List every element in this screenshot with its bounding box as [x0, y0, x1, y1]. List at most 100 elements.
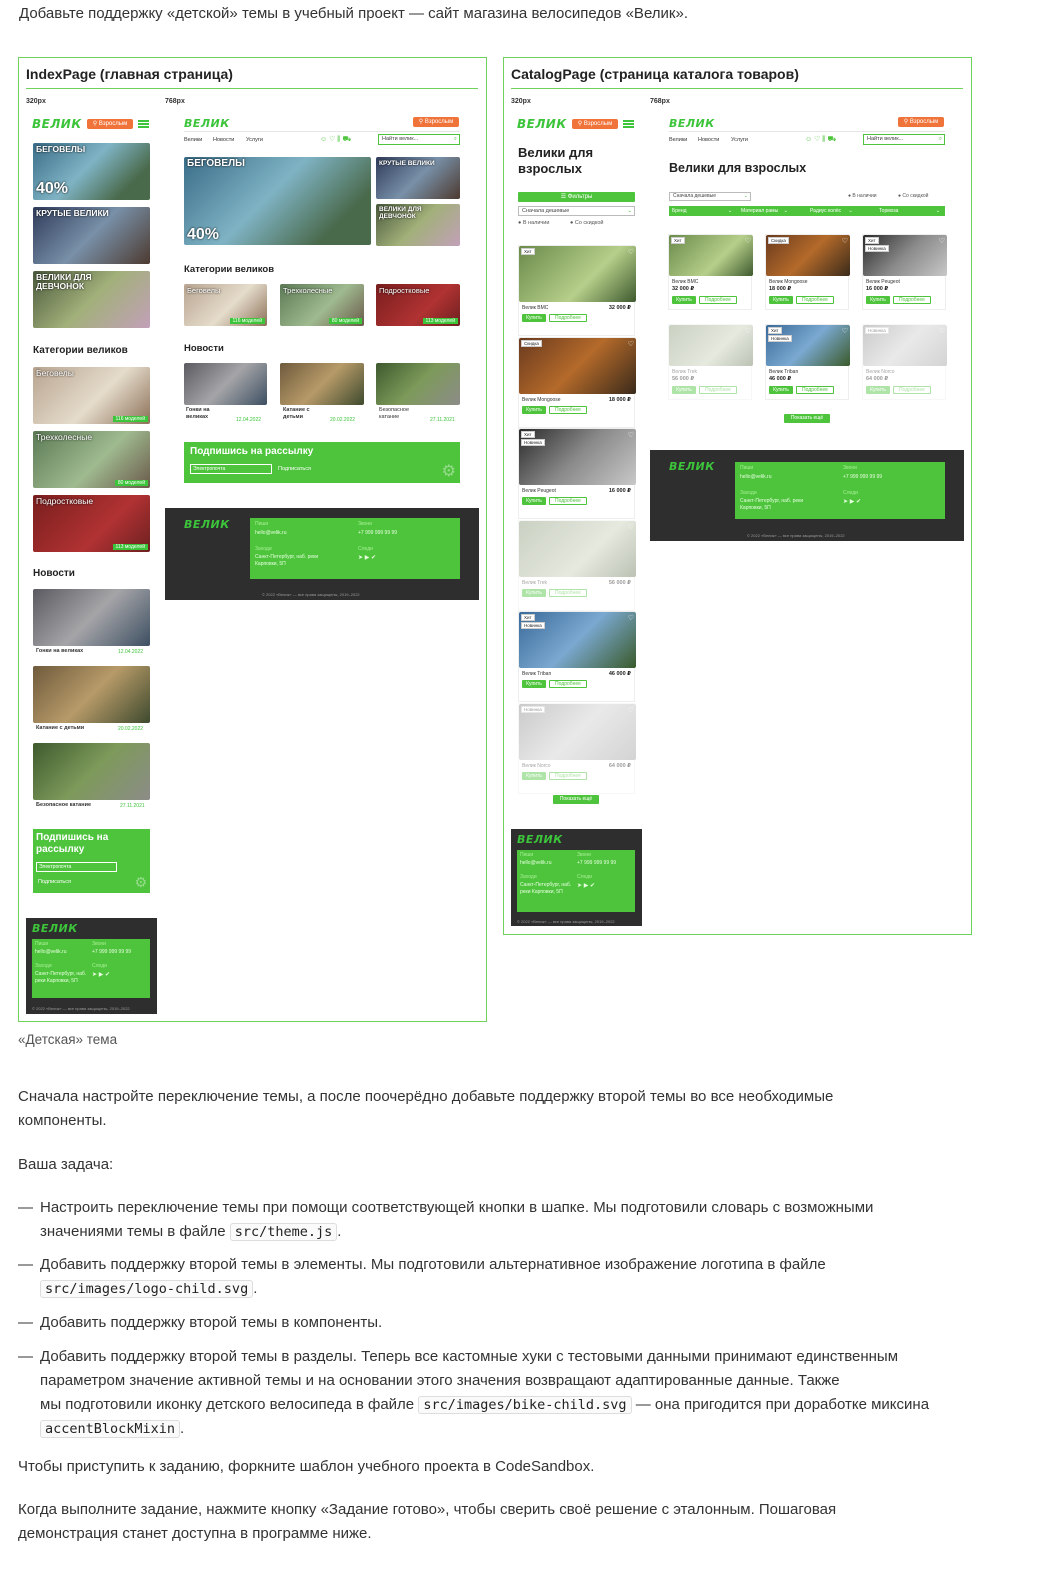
- social-icons[interactable]: ➤ ▶ ✔: [843, 499, 861, 506]
- product-name[interactable]: Велик Trek: [522, 580, 547, 586]
- buy-button[interactable]: Купить: [866, 296, 890, 304]
- footer-phone[interactable]: +7 999 999 99 99: [577, 860, 616, 867]
- nav-link-services[interactable]: Услуги: [246, 137, 263, 143]
- subscribe-email-input[interactable]: Электропочта: [190, 464, 272, 474]
- product-image[interactable]: ♡: [669, 325, 753, 366]
- product-card[interactable]: Новинка ♡ Велик Norco 64 000 ₽ Купить Подробн…: [518, 703, 636, 794]
- product-image[interactable]: Хит ♡: [669, 235, 753, 276]
- adults-theme-button[interactable]: ⚲ Взрослым: [413, 117, 459, 127]
- product-name[interactable]: Велик Mongoose: [522, 397, 561, 403]
- product-card[interactable]: Хит Новинка ♡ Велик Peugeot 16 000 ₽ Купить По…: [862, 234, 947, 310]
- product-image[interactable]: Новинка ♡: [863, 325, 947, 366]
- logo[interactable]: ВЕЛИК: [184, 117, 230, 130]
- footer-logo[interactable]: ВЕЛИК: [32, 922, 78, 935]
- details-button[interactable]: Подробнее: [699, 296, 737, 304]
- product-image[interactable]: Новинка ♡: [519, 704, 636, 760]
- category-card[interactable]: Подростковые 113 моделей: [33, 495, 150, 552]
- category-card[interactable]: Беговелы 116 моделей: [33, 367, 150, 424]
- product-image[interactable]: Скидка ♡: [519, 337, 636, 394]
- burger-menu-icon[interactable]: [138, 120, 149, 128]
- logo[interactable]: ВЕЛИК: [517, 117, 567, 131]
- buy-button[interactable]: Купить: [769, 386, 793, 394]
- product-card[interactable]: Скидка ♡ Велик Mongoose 18 000 ₽ Купить Подро…: [765, 234, 850, 310]
- footer-logo[interactable]: ВЕЛИК: [517, 833, 563, 846]
- news-name[interactable]: Катание с детьми: [283, 407, 323, 421]
- buy-button[interactable]: Купить: [769, 296, 793, 304]
- news-image[interactable]: [33, 589, 150, 646]
- buy-button[interactable]: Купить: [672, 296, 696, 304]
- category-card[interactable]: Подростковые 113 моделей: [376, 284, 460, 326]
- footer-email[interactable]: hello@velik.ru: [255, 530, 286, 537]
- search-input[interactable]: Найти велик... ⌕: [863, 134, 945, 145]
- favorite-icon[interactable]: ♡: [628, 248, 634, 256]
- subscribe-button[interactable]: Подписаться: [38, 879, 71, 885]
- product-card[interactable]: Хит ♡ Велик BMC 32 000 ₽ Купить Подробнее: [518, 245, 636, 336]
- product-image[interactable]: Хит Новинка ♡: [519, 429, 636, 486]
- favorite-icon[interactable]: ♡: [745, 327, 751, 335]
- details-button[interactable]: Подробнее: [549, 680, 587, 689]
- details-button[interactable]: Подробнее: [893, 296, 931, 304]
- buy-button[interactable]: Купить: [522, 588, 546, 597]
- sort-select[interactable]: Сначала дешевые ⌄: [518, 206, 635, 216]
- promo-banner[interactable]: БЕГОВЕЛЫ 40%: [184, 157, 371, 245]
- footer-phone[interactable]: +7 999 999 99 99: [92, 949, 131, 956]
- product-name[interactable]: Велик Peugeot: [522, 488, 556, 494]
- social-icons[interactable]: ➤ ▶ ✔: [358, 555, 376, 562]
- promo-tile-girls[interactable]: ВЕЛИКИ ДЛЯ ДЕВЧОНОК: [33, 271, 150, 328]
- product-name[interactable]: Велик Trek: [672, 369, 697, 375]
- details-button[interactable]: Подробнее: [796, 386, 834, 394]
- product-card[interactable]: Хит Новинка ♡ Велик Triban 46 000 ₽ Купить Под…: [518, 611, 636, 703]
- footer-phone[interactable]: +7 999 999 99 99: [843, 474, 882, 481]
- news-image[interactable]: [33, 666, 150, 723]
- filter-tab-frame[interactable]: Материал рамы ⌄: [741, 208, 788, 214]
- social-icons[interactable]: ➤ ▶ ✔: [92, 972, 110, 979]
- nav-link-services[interactable]: Услуги: [731, 137, 748, 143]
- product-name[interactable]: Велик Peugeot: [866, 279, 900, 285]
- favorite-icon[interactable]: ♡: [842, 237, 848, 245]
- details-button[interactable]: Подробнее: [549, 588, 587, 597]
- subscribe-button[interactable]: Подписаться: [278, 466, 311, 472]
- buy-button[interactable]: Купить: [672, 386, 696, 394]
- favorite-icon[interactable]: ♡: [628, 340, 634, 348]
- news-image[interactable]: [280, 363, 364, 405]
- adults-theme-button[interactable]: ⚲ Взрослым: [898, 117, 944, 127]
- nav-link-bikes[interactable]: Велики: [184, 137, 202, 143]
- product-image[interactable]: ♡: [519, 520, 636, 577]
- burger-menu-icon[interactable]: [623, 120, 634, 128]
- subscribe-email-input[interactable]: Электропочта: [36, 862, 117, 872]
- footer-logo[interactable]: ВЕЛИК: [669, 460, 715, 473]
- filter-tab-wheel[interactable]: Радиус колёс ⌄: [810, 208, 853, 214]
- product-card[interactable]: Хит Новинка ♡ Велик Peugeot 16 000 ₽ Купить По…: [518, 428, 636, 520]
- header-icons[interactable]: ☺ ♡ ⫼ ⛟: [805, 135, 836, 144]
- product-name[interactable]: Велик Norco: [522, 763, 551, 769]
- promo-tile-cool[interactable]: КРУТЫЕ ВЕЛИКИ: [376, 157, 460, 199]
- nav-link-news[interactable]: Новости: [213, 137, 234, 143]
- product-card[interactable]: Новинка ♡ Велик Norco 64 000 ₽ Купить Подробн…: [862, 324, 947, 400]
- favorite-icon[interactable]: ♡: [842, 327, 848, 335]
- promo-banner[interactable]: БЕГОВЕЛЫ 40%: [33, 143, 150, 200]
- show-more-button[interactable]: Показать ещё: [784, 414, 830, 423]
- product-image[interactable]: Хит Новинка ♡: [766, 325, 850, 366]
- product-name[interactable]: Велик Mongoose: [769, 279, 808, 285]
- in-stock-toggle[interactable]: ● В наличии: [848, 193, 877, 199]
- filter-tab-brand[interactable]: Бренд ⌄: [672, 208, 733, 214]
- news-image[interactable]: [376, 363, 460, 405]
- favorite-icon[interactable]: ♡: [939, 237, 945, 245]
- favorite-icon[interactable]: ♡: [628, 614, 634, 622]
- favorite-icon[interactable]: ♡: [628, 523, 634, 531]
- category-card[interactable]: Трехколесные 80 моделей: [33, 431, 150, 488]
- details-button[interactable]: Подробнее: [549, 497, 587, 506]
- promo-tile-girls[interactable]: ВЕЛИКИ ДЛЯ ДЕВЧОНОК: [376, 204, 460, 246]
- product-image[interactable]: Скидка ♡: [766, 235, 850, 276]
- details-button[interactable]: Подробнее: [699, 386, 737, 394]
- category-card[interactable]: Беговелы 116 моделей: [184, 284, 267, 326]
- details-button[interactable]: Подробнее: [893, 386, 931, 394]
- details-button[interactable]: Подробнее: [549, 314, 587, 322]
- news-image[interactable]: [33, 743, 150, 800]
- product-card[interactable]: ♡ Велик Trek 56 000 ₽ Купить Подробнее: [668, 324, 753, 400]
- footer-logo[interactable]: ВЕЛИК: [184, 518, 230, 531]
- product-name[interactable]: Велик BMC: [672, 279, 698, 285]
- logo[interactable]: ВЕЛИК: [32, 117, 82, 131]
- buy-button[interactable]: Купить: [866, 386, 890, 394]
- news-name[interactable]: Гонки на великах: [186, 407, 224, 421]
